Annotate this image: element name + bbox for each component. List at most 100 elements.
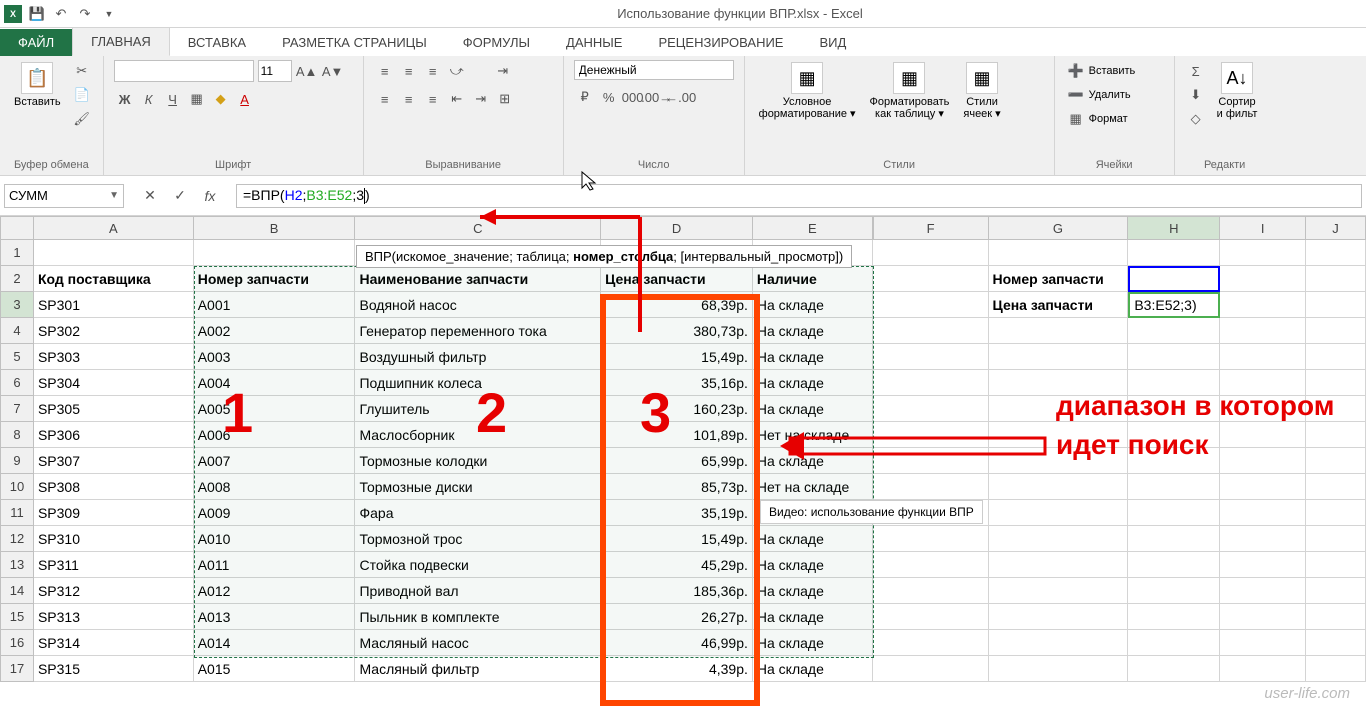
cell[interactable] xyxy=(989,240,1129,266)
cell[interactable]: Нет на складе xyxy=(753,422,873,448)
autosum-icon[interactable]: Σ xyxy=(1185,60,1207,82)
row-header[interactable]: 16 xyxy=(0,630,34,656)
cell[interactable]: SP315 xyxy=(34,656,194,682)
copy-icon[interactable]: 📄 xyxy=(71,84,93,106)
select-all-corner[interactable] xyxy=(0,216,34,240)
cell[interactable]: SP308 xyxy=(34,474,194,500)
font-size-input[interactable] xyxy=(258,60,292,82)
cell[interactable]: A009 xyxy=(194,500,356,526)
increase-indent-icon[interactable]: ⇥ xyxy=(470,88,492,110)
cell[interactable] xyxy=(989,578,1129,604)
cell[interactable]: SP312 xyxy=(34,578,194,604)
conditional-formatting-button[interactable]: ▦ Условноеформатирование ▾ xyxy=(755,60,860,122)
cell[interactable] xyxy=(873,266,989,292)
row-header[interactable]: 9 xyxy=(0,448,34,474)
cell[interactable]: SP305 xyxy=(34,396,194,422)
cell[interactable] xyxy=(873,526,989,552)
cell[interactable] xyxy=(873,396,989,422)
row-header[interactable]: 1 xyxy=(0,240,34,266)
cell[interactable]: SP302 xyxy=(34,318,194,344)
underline-icon[interactable]: Ч xyxy=(162,88,184,110)
cell[interactable]: На складе xyxy=(753,604,873,630)
decrease-decimal-icon[interactable]: ←.00 xyxy=(670,86,692,108)
cell[interactable]: 15,49р. xyxy=(601,344,753,370)
col-header-E[interactable]: E xyxy=(753,216,873,240)
cell[interactable] xyxy=(1128,604,1220,630)
name-box[interactable]: СУММ▼ xyxy=(4,184,124,208)
cell[interactable]: A002 xyxy=(194,318,356,344)
cell[interactable] xyxy=(989,474,1129,500)
cell[interactable]: Пыльник в комплекте xyxy=(355,604,601,630)
save-icon[interactable]: 💾 xyxy=(28,5,46,23)
increase-font-icon[interactable]: A▲ xyxy=(296,60,318,82)
col-header-A[interactable]: A xyxy=(34,216,194,240)
cell[interactable] xyxy=(873,292,989,318)
decrease-indent-icon[interactable]: ⇤ xyxy=(446,88,468,110)
cell[interactable] xyxy=(1220,318,1306,344)
percent-icon[interactable]: % xyxy=(598,86,620,108)
cell[interactable] xyxy=(1306,318,1366,344)
cell[interactable] xyxy=(1220,552,1306,578)
cell[interactable] xyxy=(989,630,1129,656)
delete-cells-icon[interactable]: ➖ xyxy=(1065,84,1087,106)
cell[interactable]: A010 xyxy=(194,526,356,552)
cell[interactable] xyxy=(1128,630,1220,656)
cell[interactable] xyxy=(873,318,989,344)
cell[interactable]: Тормозные диски xyxy=(355,474,601,500)
cell[interactable]: A011 xyxy=(194,552,356,578)
format-painter-icon[interactable]: 🖌 xyxy=(71,108,93,130)
cell[interactable] xyxy=(1220,266,1306,292)
cell[interactable] xyxy=(1306,552,1366,578)
cell[interactable] xyxy=(1220,604,1306,630)
align-middle-icon[interactable]: ≡ xyxy=(398,60,420,82)
cell[interactable]: Масляный фильтр xyxy=(355,656,601,682)
cell[interactable]: Цена запчасти xyxy=(989,292,1129,318)
cell[interactable]: A008 xyxy=(194,474,356,500)
col-header-J[interactable]: J xyxy=(1306,216,1366,240)
row-header[interactable]: 10 xyxy=(0,474,34,500)
cell[interactable] xyxy=(1306,604,1366,630)
paste-button[interactable]: 📋 Вставить xyxy=(10,60,65,110)
orientation-icon[interactable]: ⤻ xyxy=(446,60,468,82)
row-header[interactable]: 3 xyxy=(0,292,34,318)
cell[interactable] xyxy=(1306,526,1366,552)
undo-icon[interactable]: ↶ xyxy=(52,5,70,23)
row-header[interactable]: 6 xyxy=(0,370,34,396)
cell[interactable]: SP307 xyxy=(34,448,194,474)
cut-icon[interactable]: ✂ xyxy=(71,60,93,82)
cell[interactable] xyxy=(1306,578,1366,604)
cell[interactable] xyxy=(873,630,989,656)
cell[interactable] xyxy=(1128,656,1220,682)
cell[interactable]: На складе xyxy=(753,448,873,474)
cell[interactable]: Воздушный фильтр xyxy=(355,344,601,370)
row-header[interactable]: 14 xyxy=(0,578,34,604)
cell[interactable] xyxy=(1128,578,1220,604)
cell[interactable]: 65,99р. xyxy=(601,448,753,474)
col-header-I[interactable]: I xyxy=(1220,216,1306,240)
cell[interactable]: На складе xyxy=(753,526,873,552)
cell[interactable] xyxy=(873,240,989,266)
cell[interactable] xyxy=(989,318,1129,344)
cell[interactable] xyxy=(1220,240,1306,266)
cell[interactable] xyxy=(873,552,989,578)
cell[interactable]: A013 xyxy=(194,604,356,630)
cell[interactable]: 101,89р. xyxy=(601,422,753,448)
cell-editing[interactable]: B3:E52;3) xyxy=(1128,292,1220,318)
decrease-font-icon[interactable]: A▼ xyxy=(322,60,344,82)
cell[interactable] xyxy=(873,656,989,682)
col-header-G[interactable]: G xyxy=(989,216,1129,240)
cell-styles-button[interactable]: ▦ Стилиячеек ▾ xyxy=(959,60,1004,122)
cell[interactable]: 85,73р. xyxy=(601,474,753,500)
cell[interactable]: Нет на складе xyxy=(753,474,873,500)
cell[interactable]: Глушитель xyxy=(355,396,601,422)
align-bottom-icon[interactable]: ≡ xyxy=(422,60,444,82)
merge-icon[interactable]: ⊞ xyxy=(494,88,516,110)
fx-icon[interactable]: fx xyxy=(198,184,222,208)
cell[interactable] xyxy=(1128,344,1220,370)
align-right-icon[interactable]: ≡ xyxy=(422,88,444,110)
italic-icon[interactable]: К xyxy=(138,88,160,110)
cell[interactable]: SP310 xyxy=(34,526,194,552)
cell[interactable]: Наличие xyxy=(753,266,873,292)
cell[interactable]: A007 xyxy=(194,448,356,474)
row-header[interactable]: 2 xyxy=(0,266,34,292)
